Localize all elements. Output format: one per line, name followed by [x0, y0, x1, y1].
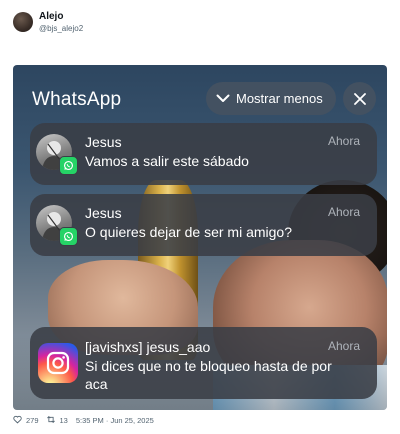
- notification-whatsapp-2[interactable]: Jesus Ahora O quieres dejar de ser mi am…: [30, 194, 377, 256]
- repost-count: 13: [59, 416, 68, 425]
- author-name[interactable]: Alejo: [39, 11, 63, 22]
- chevron-down-icon: [210, 94, 236, 103]
- post-footer: 279 13 5:35 PM · Jun 25, 2025: [13, 415, 154, 426]
- whatsapp-icon: [59, 156, 78, 175]
- notification-time: Ahora: [327, 205, 360, 219]
- repost-icon[interactable]: [46, 415, 56, 426]
- close-button[interactable]: [343, 82, 376, 115]
- notification-instagram[interactable]: [javishxs] jesus_aao Ahora Si dices que …: [30, 327, 377, 399]
- app-title: WhatsApp: [32, 89, 122, 110]
- notification-message: Vamos a salir este sábado: [85, 153, 249, 169]
- contact-avatar: [36, 205, 78, 246]
- notification-sender: Jesus: [85, 134, 122, 150]
- whatsapp-icon: [59, 227, 78, 246]
- notification-sender: [javishxs] jesus_aao: [85, 339, 211, 355]
- author-handle[interactable]: @bjs_alejo2: [39, 24, 83, 33]
- notification-time: Ahora: [327, 134, 360, 148]
- notification-whatsapp-1[interactable]: Jesus Ahora Vamos a salir este sábado: [30, 123, 377, 185]
- avatar[interactable]: [13, 12, 33, 32]
- close-icon: [353, 92, 366, 105]
- like-count: 279: [26, 416, 39, 425]
- post-image[interactable]: WhatsApp Mostrar menos Jesus Ahora Vamos…: [13, 65, 387, 410]
- post-timestamp[interactable]: 5:35 PM · Jun 25, 2025: [76, 416, 154, 425]
- notification-sender: Jesus: [85, 205, 122, 221]
- heart-icon[interactable]: [13, 415, 22, 426]
- show-less-button[interactable]: Mostrar menos: [206, 82, 336, 115]
- instagram-icon: [38, 343, 78, 383]
- notification-message: Si dices que no te bloqueo hasta de por …: [85, 358, 332, 392]
- notification-message: O quieres dejar de ser mi amigo?: [85, 224, 292, 240]
- contact-avatar: [36, 134, 78, 175]
- notification-time: Ahora: [327, 339, 360, 353]
- show-less-label: Mostrar menos: [236, 91, 323, 106]
